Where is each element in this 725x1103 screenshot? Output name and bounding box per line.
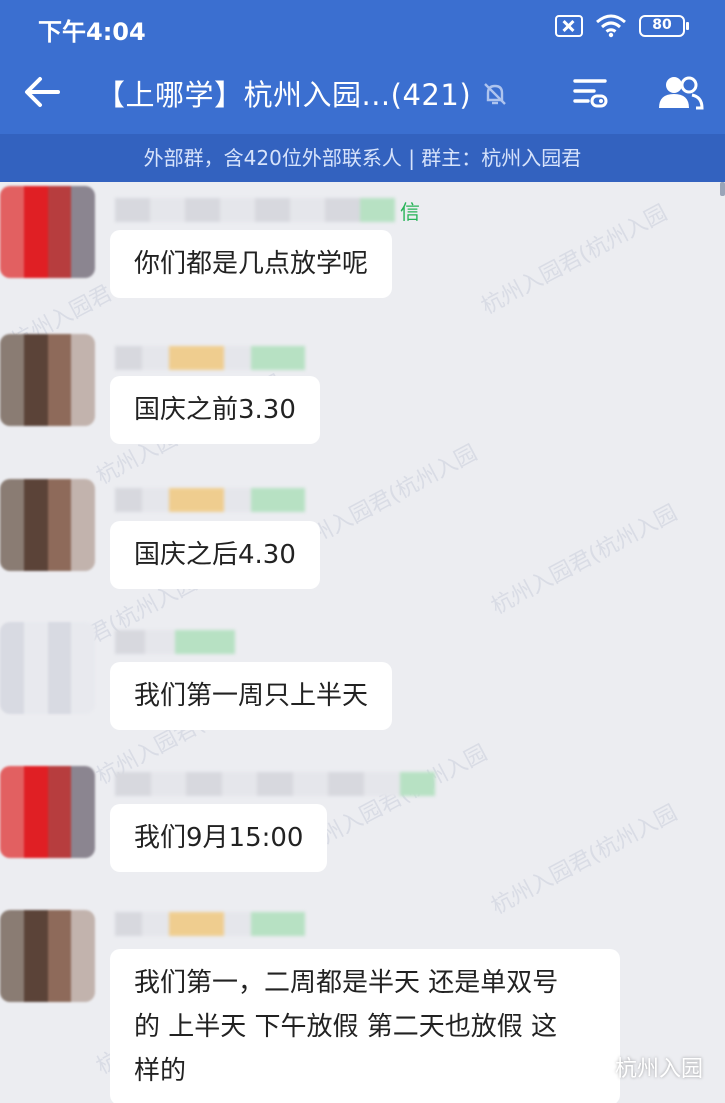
message-text-line: 样的 bbox=[134, 1056, 187, 1086]
status-icons: 80 bbox=[555, 14, 689, 38]
sender-avatar[interactable] bbox=[0, 186, 95, 278]
wechat-logo-icon bbox=[581, 1056, 606, 1077]
group-members-icon[interactable] bbox=[656, 74, 704, 110]
message-bubble[interactable]: 国庆之前3.30 bbox=[110, 376, 320, 444]
watermark-text: 杭州入园君(杭州入园 bbox=[477, 200, 672, 320]
message-text: 你们都是几点放学呢 bbox=[134, 249, 369, 279]
message-bubble[interactable]: 我们第一，二周都是半天 还是单双号 的 上半天 下午放假 第二天也放假 这 样的 bbox=[110, 949, 620, 1103]
sender-name-redacted bbox=[115, 198, 395, 222]
status-time: 下午4:04 bbox=[38, 18, 146, 46]
scrollbar[interactable] bbox=[720, 182, 725, 196]
watermark-text: 杭州入园君(杭州入园 bbox=[487, 800, 682, 920]
official-account-name: 杭州入园 bbox=[614, 1057, 703, 1082]
message-text: 国庆之后4.30 bbox=[134, 540, 296, 570]
message-text: 我们第一周只上半天 bbox=[134, 681, 369, 711]
sender-name-redacted bbox=[115, 772, 436, 796]
chat-title[interactable]: 【上哪学】杭州入园...(421) bbox=[96, 72, 471, 114]
message-text: 国庆之前3.30 bbox=[134, 395, 296, 425]
sender-name-suffix: 信 bbox=[400, 200, 420, 224]
message-bubble[interactable]: 我们第一周只上半天 bbox=[110, 662, 393, 730]
mute-bell-icon bbox=[484, 83, 506, 105]
sender-avatar[interactable] bbox=[0, 334, 95, 426]
message-bubble[interactable]: 国庆之后4.30 bbox=[110, 521, 320, 589]
chat-settings-icon[interactable] bbox=[572, 74, 608, 110]
sender-avatar[interactable] bbox=[0, 910, 95, 1002]
watermark-text: 杭州入园君(杭州入园 bbox=[487, 500, 682, 620]
group-info-bar: 外部群，含420位外部联系人 | 群主：杭州入园君 bbox=[0, 134, 725, 182]
sender-avatar[interactable] bbox=[0, 766, 95, 858]
battery-indicator: 80 bbox=[639, 15, 689, 37]
back-arrow-icon[interactable] bbox=[22, 74, 62, 110]
sender-name-redacted bbox=[115, 630, 235, 654]
message-bubble[interactable]: 你们都是几点放学呢 bbox=[110, 230, 393, 298]
sender-avatar[interactable] bbox=[0, 622, 95, 714]
sender-name-redacted bbox=[115, 346, 305, 370]
message-text-line: 我们第一，二周都是半天 还是单双号 bbox=[134, 968, 559, 998]
message-text-line: 的 上半天 下午放假 第二天也放假 这 bbox=[134, 1012, 558, 1042]
message-list[interactable]: 杭州入园君(杭州入园 杭州入园君(杭州入园 杭州入园君(杭州入园 杭州入园君(杭… bbox=[0, 182, 725, 1103]
message-bubble[interactable]: 我们9月15:00 bbox=[110, 804, 328, 872]
sender-avatar[interactable] bbox=[0, 479, 95, 571]
wifi-icon bbox=[596, 14, 626, 38]
sender-name-redacted bbox=[115, 488, 305, 512]
no-sim-icon bbox=[555, 15, 583, 37]
message-text: 我们9月15:00 bbox=[134, 823, 304, 853]
sender-name-redacted bbox=[115, 912, 305, 936]
status-bar: 下午4:04 80 bbox=[0, 0, 725, 52]
official-account-watermark: 杭州入园 bbox=[581, 1051, 703, 1083]
chat-header: 【上哪学】杭州入园...(421) bbox=[0, 52, 725, 134]
